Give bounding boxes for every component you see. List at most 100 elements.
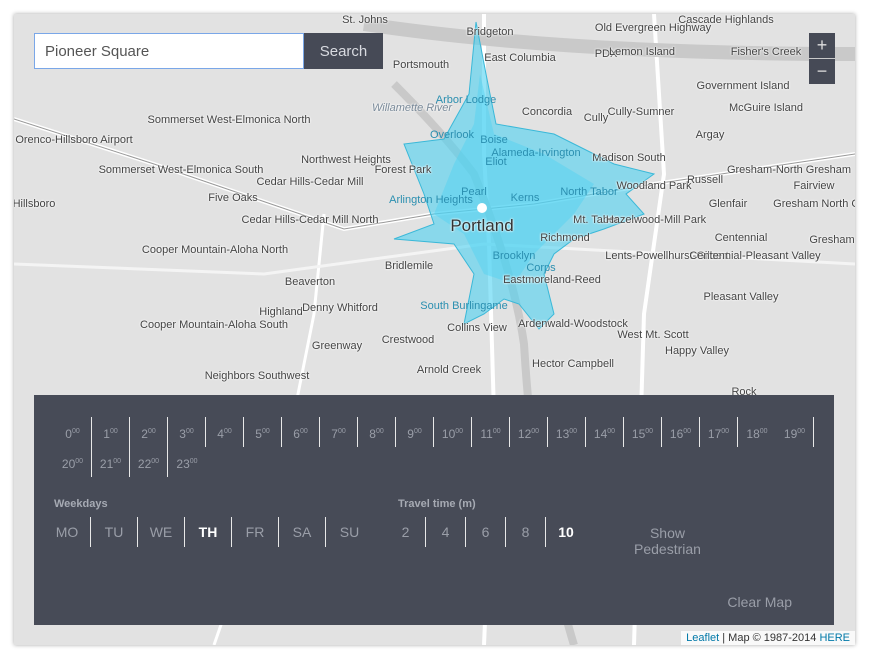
map-label: Fisher's Creek bbox=[730, 46, 802, 58]
map[interactable]: St. Johns Bridgeton Old Evergreen Highway C… bbox=[14, 14, 855, 645]
hour-label: 10 bbox=[441, 427, 456, 441]
weekdays-option[interactable]: TU bbox=[91, 517, 138, 547]
here-link[interactable]: HERE bbox=[819, 632, 850, 644]
search-input[interactable] bbox=[34, 33, 304, 69]
hour-option[interactable]: 1200 bbox=[510, 417, 548, 447]
map-label: Lemon Island bbox=[608, 46, 676, 58]
search-button[interactable]: Search bbox=[304, 33, 383, 69]
hour-suffix: 00 bbox=[147, 428, 156, 435]
hour-suffix: 00 bbox=[299, 428, 308, 435]
hour-label: 9 bbox=[407, 427, 414, 441]
weekdays-title: Weekdays bbox=[54, 498, 108, 510]
map-label: Glenfair bbox=[708, 198, 748, 210]
hour-label: 2 bbox=[141, 427, 148, 441]
hour-option[interactable]: 500 bbox=[244, 417, 282, 447]
hour-option[interactable]: 2200 bbox=[130, 447, 168, 477]
map-label: Arlington Heights bbox=[389, 194, 473, 206]
weekdays-option[interactable]: SU bbox=[326, 517, 373, 547]
map-label: Centennial-Pleasant Valley bbox=[689, 250, 821, 262]
map-label: Gresham bbox=[809, 234, 855, 246]
map-label: Argay bbox=[695, 129, 725, 141]
weekdays-option[interactable]: WE bbox=[138, 517, 185, 547]
hour-label: 22 bbox=[137, 457, 152, 471]
map-label: Denny Whitford bbox=[302, 302, 378, 314]
hour-suffix: 00 bbox=[759, 428, 768, 435]
hour-label: 15 bbox=[631, 427, 646, 441]
map-label: Boise bbox=[480, 134, 508, 146]
map-label: Happy Valley bbox=[665, 345, 729, 357]
map-label: Gresham North Central bbox=[773, 198, 855, 210]
hour-suffix: 00 bbox=[455, 428, 464, 435]
weekdays-option[interactable]: FR bbox=[232, 517, 279, 547]
map-label: Collins View bbox=[447, 322, 507, 334]
map-label: Bridlemile bbox=[384, 260, 434, 272]
hour-option[interactable]: 200 bbox=[130, 417, 168, 447]
clear-map-button[interactable]: Clear Map bbox=[727, 594, 792, 610]
hour-option[interactable]: 1100 bbox=[472, 417, 510, 447]
hour-option[interactable]: 800 bbox=[358, 417, 396, 447]
weekdays-option[interactable]: MO bbox=[44, 517, 91, 547]
map-label: Arnold Creek bbox=[416, 364, 482, 376]
hour-suffix: 00 bbox=[337, 428, 346, 435]
hour-option[interactable]: 2100 bbox=[92, 447, 130, 477]
hour-option[interactable]: 1500 bbox=[624, 417, 662, 447]
hour-option[interactable]: 1700 bbox=[700, 417, 738, 447]
map-label: Hazelwood-Mill Park bbox=[605, 214, 707, 226]
hour-option[interactable]: 600 bbox=[282, 417, 320, 447]
hour-option[interactable]: 1400 bbox=[586, 417, 624, 447]
hour-option[interactable]: 1800 bbox=[738, 417, 776, 447]
map-label: South Burlingame bbox=[420, 300, 508, 312]
map-label: Five Oaks bbox=[208, 192, 258, 204]
travel_time-option[interactable]: 8 bbox=[506, 517, 546, 547]
map-label: Gresham-North Gresham bbox=[726, 164, 852, 176]
map-label: Pleasant Valley bbox=[703, 291, 779, 303]
weekdays-option[interactable]: TH bbox=[185, 517, 232, 547]
hour-label: 5 bbox=[255, 427, 262, 441]
hour-option[interactable]: 700 bbox=[320, 417, 358, 447]
map-label: Eastmoreland-Reed bbox=[503, 274, 601, 286]
hour-suffix: 00 bbox=[223, 428, 232, 435]
hour-label: 8 bbox=[369, 427, 376, 441]
hour-option[interactable]: 1000 bbox=[434, 417, 472, 447]
hour-option[interactable]: 000 bbox=[54, 417, 92, 447]
hour-option[interactable]: 900 bbox=[396, 417, 434, 447]
map-label: Ardenwald-Woodstock bbox=[518, 318, 628, 330]
hour-option[interactable]: 1300 bbox=[548, 417, 586, 447]
hour-option[interactable]: 400 bbox=[206, 417, 244, 447]
leaflet-link[interactable]: Leaflet bbox=[686, 632, 719, 644]
zoom-in-button[interactable]: + bbox=[809, 33, 835, 58]
hour-suffix: 00 bbox=[109, 428, 118, 435]
map-label: West Mt. Scott bbox=[617, 329, 689, 341]
weekdays-option[interactable]: SA bbox=[279, 517, 326, 547]
hour-option[interactable]: 1600 bbox=[662, 417, 700, 447]
hour-label: 20 bbox=[61, 457, 76, 471]
hour-option[interactable]: 2000 bbox=[54, 447, 92, 477]
hour-label: 4 bbox=[217, 427, 224, 441]
hour-suffix: 00 bbox=[683, 428, 692, 435]
hour-label: 14 bbox=[593, 427, 608, 441]
map-label: Beaverton bbox=[284, 276, 336, 288]
hour-option[interactable]: 1900 bbox=[776, 417, 814, 447]
travel_time-option[interactable]: 4 bbox=[426, 517, 466, 547]
hour-label: 12 bbox=[517, 427, 532, 441]
travel_time-option[interactable]: 2 bbox=[386, 517, 426, 547]
travel_time-option[interactable]: 6 bbox=[466, 517, 506, 547]
map-label: Fairview bbox=[793, 180, 835, 192]
map-label: Madison South bbox=[592, 152, 666, 164]
hour-option[interactable]: 100 bbox=[92, 417, 130, 447]
hour-suffix: 00 bbox=[413, 428, 422, 435]
map-label: Woodland Park bbox=[616, 180, 692, 192]
map-label: Greenway bbox=[311, 340, 363, 352]
map-label: Centennial bbox=[714, 232, 768, 244]
hour-option[interactable]: 2300 bbox=[168, 447, 206, 477]
zoom-out-button[interactable]: − bbox=[809, 59, 835, 84]
hour-selector: 000 100 200 300 400 500 600 700 800 900 1000 1100 12… bbox=[54, 417, 814, 477]
map-label: Cooper Mountain-Aloha North bbox=[141, 244, 289, 256]
hour-label: 11 bbox=[480, 427, 493, 441]
show-pedestrian-button[interactable]: Show Pedestrian bbox=[634, 525, 701, 557]
map-label: Government Island bbox=[696, 80, 790, 92]
hour-option[interactable]: 300 bbox=[168, 417, 206, 447]
travel_time-option[interactable]: 10 bbox=[546, 517, 586, 547]
hour-suffix: 00 bbox=[607, 428, 616, 435]
hour-suffix: 00 bbox=[261, 428, 270, 435]
